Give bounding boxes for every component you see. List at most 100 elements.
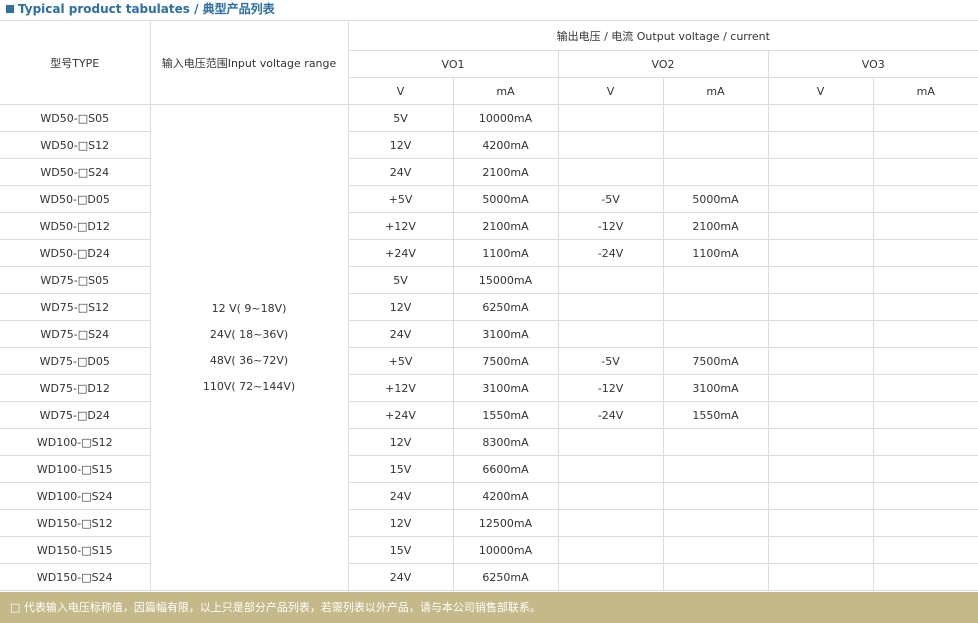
- table-row: WD100-□S12 12V 8300mA: [0, 428, 978, 456]
- voltage-cell-v1: 12V: [347, 509, 454, 537]
- current-cell-a3: [872, 212, 978, 240]
- current-cell-a2: [662, 482, 769, 510]
- header-vo1-ma: mA: [452, 77, 559, 105]
- current-cell-a3: [872, 509, 978, 537]
- current-cell-a1: 12500mA: [452, 509, 559, 537]
- voltage-cell-v2: [557, 131, 664, 159]
- header-vo2: VO2: [557, 50, 769, 78]
- model-cell: WD75-□D24: [0, 401, 151, 429]
- current-cell-a2: [662, 320, 769, 348]
- header-vo2-v: V: [557, 77, 664, 105]
- model-cell: WD50-□S12: [0, 131, 151, 159]
- current-cell-a3: [872, 239, 978, 267]
- current-cell-a2: 7500mA: [662, 347, 769, 375]
- current-cell-a1: 10000mA: [452, 104, 559, 132]
- voltage-cell-v1: 5V: [347, 104, 454, 132]
- current-cell-a3: [872, 536, 978, 564]
- model-cell: WD150-□S15: [0, 536, 151, 564]
- header-vo2-ma: mA: [662, 77, 769, 105]
- voltage-cell-v2: [557, 536, 664, 564]
- current-cell-a2: [662, 104, 769, 132]
- current-cell-a1: 4200mA: [452, 131, 559, 159]
- current-cell-a3: [872, 347, 978, 375]
- header-output: 输出电压 / 电流 Output voltage / current: [347, 20, 978, 51]
- current-cell-a2: [662, 536, 769, 564]
- table-row: WD50-□S05 12 V( 9~18V) 24V( 18~36V) 48V( 36…: [0, 104, 978, 591]
- current-cell-a2: [662, 509, 769, 537]
- table-row: WD50-□D24 +24V 1100mA -24V 1100mA: [0, 239, 978, 267]
- model-cell: WD75-□D12: [0, 374, 151, 402]
- voltage-cell-v3: [767, 239, 874, 267]
- voltage-cell-v2: -24V: [557, 401, 664, 429]
- table-row: WD100-□S24 24V 4200mA: [0, 482, 978, 510]
- footer-note: □ 代表输入电压标称值，因篇幅有限，以上只是部分产品列表，若需列表以外产品，请与…: [0, 592, 978, 623]
- current-cell-a3: [872, 293, 978, 321]
- header-vo1: VO1: [348, 50, 559, 78]
- voltage-cell-v1: 12V: [347, 428, 454, 456]
- voltage-cell-v3: [767, 509, 874, 537]
- current-cell-a3: [872, 455, 978, 483]
- table-row: WD150-□S12 12V 12500mA: [0, 509, 978, 537]
- current-cell-a1: 6250mA: [452, 563, 559, 591]
- current-cell-a3: [872, 158, 978, 186]
- model-cell: WD75-□S05: [0, 266, 151, 294]
- current-cell-a1: 15000mA: [452, 266, 559, 294]
- voltage-cell-v1: 15V: [347, 536, 454, 564]
- table-row: WD150-□S24 24V 6250mA: [0, 563, 978, 591]
- current-cell-a2: 1550mA: [662, 401, 769, 429]
- input-range-value: 110V( 72~144V): [202, 379, 296, 393]
- model-cell: WD75-□S12: [0, 293, 151, 321]
- current-cell-a3: [872, 428, 978, 456]
- table-row: WD150-□S15 15V 10000mA: [0, 536, 978, 564]
- current-cell-a3: [872, 563, 978, 591]
- voltage-cell-v1: 5V: [347, 266, 454, 294]
- input-range-cell: 12 V( 9~18V) 24V( 18~36V) 48V( 36~72V) 110V…: [149, 104, 349, 591]
- voltage-cell-v3: [767, 266, 874, 294]
- section-title-bar: Typical product tabulates / 典型产品列表: [0, 0, 978, 18]
- input-range-value: 12 V( 9~18V): [211, 301, 287, 315]
- header-vo3: VO3: [767, 50, 978, 78]
- model-cell: WD100-□S24: [0, 482, 151, 510]
- table-row: WD75-□S12 12V 6250mA: [0, 293, 978, 321]
- voltage-cell-v2: -12V: [557, 212, 664, 240]
- current-cell-a1: 4200mA: [452, 482, 559, 510]
- current-cell-a3: [872, 482, 978, 510]
- voltage-cell-v1: +12V: [347, 212, 454, 240]
- voltage-cell-v3: [767, 428, 874, 456]
- voltage-cell-v3: [767, 347, 874, 375]
- voltage-cell-v1: 24V: [347, 158, 454, 186]
- current-cell-a2: 1100mA: [662, 239, 769, 267]
- current-cell-a2: [662, 563, 769, 591]
- table-row: WD50-□D12 +12V 2100mA -12V 2100mA: [0, 212, 978, 240]
- current-cell-a1: 3100mA: [452, 374, 559, 402]
- voltage-cell-v2: [557, 104, 664, 132]
- table-row: WD50-□D05 +5V 5000mA -5V 5000mA: [0, 185, 978, 213]
- model-cell: WD100-□S12: [0, 428, 151, 456]
- voltage-cell-v3: [767, 320, 874, 348]
- current-cell-a1: 3100mA: [452, 320, 559, 348]
- voltage-cell-v2: [557, 482, 664, 510]
- header-input-range: 输入电压范围Input voltage range: [149, 20, 349, 105]
- voltage-cell-v3: [767, 131, 874, 159]
- model-cell: WD50-□D24: [0, 239, 151, 267]
- input-range-value: 48V( 36~72V): [209, 353, 289, 367]
- table-row: WD75-□D05 +5V 7500mA -5V 7500mA: [0, 347, 978, 375]
- current-cell-a1: 7500mA: [452, 347, 559, 375]
- current-cell-a1: 10000mA: [452, 536, 559, 564]
- voltage-cell-v2: -24V: [557, 239, 664, 267]
- model-cell: WD50-□S24: [0, 158, 151, 186]
- table-row: WD75-□D24 +24V 1550mA -24V 1550mA: [0, 401, 978, 429]
- input-range-value: 24V( 18~36V): [209, 327, 289, 341]
- voltage-cell-v2: [557, 509, 664, 537]
- voltage-cell-v2: -5V: [557, 347, 664, 375]
- header-vo3-ma: mA: [872, 77, 978, 105]
- current-cell-a1: 6600mA: [452, 455, 559, 483]
- model-cell: WD150-□S12: [0, 509, 151, 537]
- voltage-cell-v3: [767, 158, 874, 186]
- voltage-cell-v3: [767, 482, 874, 510]
- table-row: WD100-□S15 15V 6600mA: [0, 455, 978, 483]
- table-row: WD75-□D12 +12V 3100mA -12V 3100mA: [0, 374, 978, 402]
- voltage-cell-v2: [557, 266, 664, 294]
- voltage-cell-v1: +12V: [347, 374, 454, 402]
- current-cell-a2: [662, 293, 769, 321]
